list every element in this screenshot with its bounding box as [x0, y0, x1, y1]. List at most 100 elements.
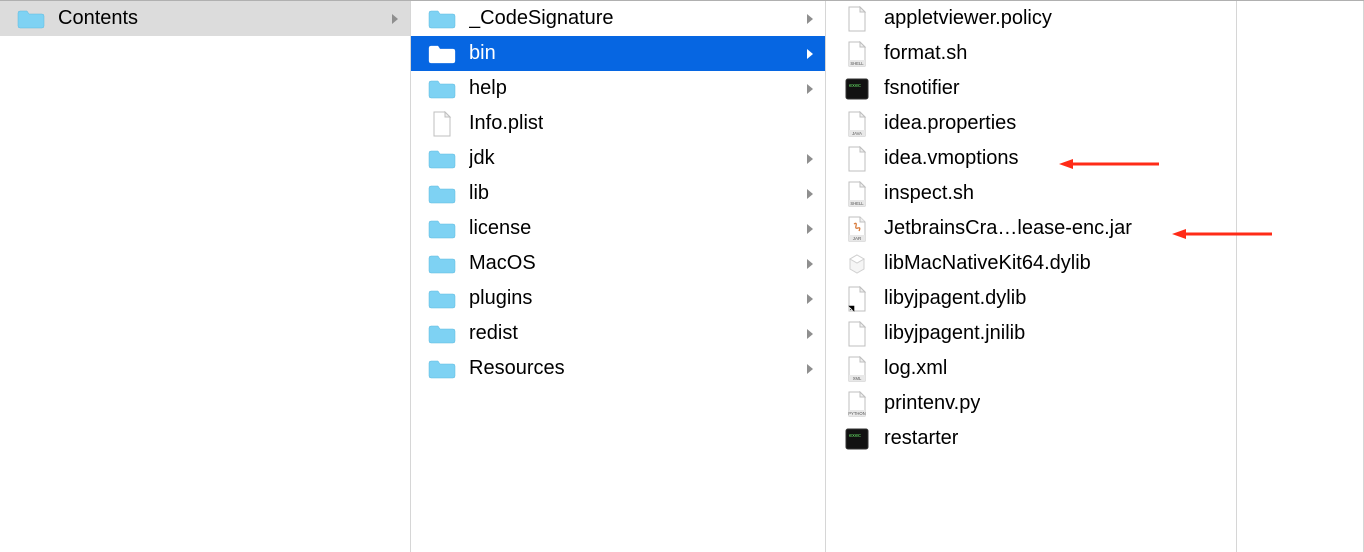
item-label: jdk [469, 147, 495, 170]
folder-item[interactable]: _CodeSignature [411, 1, 825, 36]
folder-item[interactable]: lib [411, 176, 825, 211]
folder-item[interactable]: plugins [411, 281, 825, 316]
folder-item[interactable]: bin [411, 36, 825, 71]
item-label: Contents [58, 7, 138, 30]
folder-item[interactable]: MacOS [411, 246, 825, 281]
file-icon [842, 323, 872, 345]
file-item[interactable]: SHELL format.sh [826, 36, 1236, 71]
file-icon: JAVA [842, 113, 872, 135]
svg-text:SHELL: SHELL [850, 61, 864, 66]
chevron-right-icon [805, 223, 815, 235]
item-label: JetbrainsCra…lease-enc.jar [884, 217, 1132, 240]
item-label: libMacNativeKit64.dylib [884, 252, 1091, 275]
folder-icon [427, 78, 457, 100]
chevron-right-icon [805, 328, 815, 340]
file-item[interactable]: JAR JetbrainsCra…lease-enc.jar [826, 211, 1236, 246]
file-item[interactable]: SHELL inspect.sh [826, 176, 1236, 211]
item-label: lib [469, 182, 489, 205]
folder-item[interactable]: Resources [411, 351, 825, 386]
file-icon: JAR [842, 218, 872, 240]
folder-icon [427, 323, 457, 345]
file-item[interactable]: appletviewer.policy [826, 1, 1236, 36]
folder-icon [16, 8, 46, 30]
svg-text:JAR: JAR [853, 236, 862, 241]
file-item[interactable]: exec restarter [826, 421, 1236, 456]
item-label: plugins [469, 287, 532, 310]
item-label: fsnotifier [884, 77, 960, 100]
column-3: appletviewer.policy SHELL format.sh exec… [826, 1, 1237, 552]
item-label: printenv.py [884, 392, 980, 415]
svg-text:SHELL: SHELL [850, 201, 864, 206]
svg-text:exec: exec [849, 83, 861, 89]
item-label: license [469, 217, 531, 240]
chevron-right-icon [805, 48, 815, 60]
file-icon: XML [842, 358, 872, 380]
item-label: restarter [884, 427, 958, 450]
item-label: help [469, 77, 507, 100]
svg-text:PYTHON: PYTHON [848, 411, 865, 416]
chevron-right-icon [805, 293, 815, 305]
file-item[interactable]: PYTHON printenv.py [826, 386, 1236, 421]
file-icon: exec [842, 428, 872, 450]
file-icon [842, 148, 872, 170]
item-label: libyjpagent.dylib [884, 287, 1026, 310]
item-label: log.xml [884, 357, 947, 380]
svg-text:exec: exec [849, 433, 861, 439]
file-item[interactable]: exec fsnotifier [826, 71, 1236, 106]
folder-icon [427, 148, 457, 170]
file-item[interactable]: XML log.xml [826, 351, 1236, 386]
file-item[interactable]: JAVA idea.properties [826, 106, 1236, 141]
folder-item[interactable]: Contents [0, 1, 410, 36]
file-item[interactable]: libyjpagent.jnilib [826, 316, 1236, 351]
item-label: idea.vmoptions [884, 147, 1019, 170]
folder-icon [427, 253, 457, 275]
item-label: idea.properties [884, 112, 1016, 135]
item-label: redist [469, 322, 518, 345]
file-icon [842, 253, 872, 275]
folder-icon [427, 288, 457, 310]
column-4-preview [1237, 1, 1364, 552]
folder-icon [427, 43, 457, 65]
svg-text:XML: XML [853, 376, 862, 381]
item-label: MacOS [469, 252, 536, 275]
chevron-right-icon [805, 363, 815, 375]
file-item[interactable]: libMacNativeKit64.dylib [826, 246, 1236, 281]
folder-icon [427, 8, 457, 30]
file-icon [842, 8, 872, 30]
chevron-right-icon [390, 13, 400, 25]
item-label: appletviewer.policy [884, 7, 1052, 30]
file-icon: exec [842, 78, 872, 100]
item-label: inspect.sh [884, 182, 974, 205]
folder-item[interactable]: help [411, 71, 825, 106]
finder-column-view: Contents _CodeSignature bin help Info.pl… [0, 0, 1364, 552]
folder-icon [427, 218, 457, 240]
item-label: _CodeSignature [469, 7, 614, 30]
chevron-right-icon [805, 83, 815, 95]
file-item[interactable]: libyjpagent.dylib [826, 281, 1236, 316]
file-item[interactable]: idea.vmoptions [826, 141, 1236, 176]
item-label: Resources [469, 357, 565, 380]
file-icon: SHELL [842, 183, 872, 205]
folder-item[interactable]: jdk [411, 141, 825, 176]
folder-icon [427, 183, 457, 205]
chevron-right-icon [805, 258, 815, 270]
file-item[interactable]: Info.plist [411, 106, 825, 141]
item-label: Info.plist [469, 112, 543, 135]
file-icon [427, 113, 457, 135]
folder-icon [427, 358, 457, 380]
chevron-right-icon [805, 13, 815, 25]
column-2: _CodeSignature bin help Info.plist jdk l… [411, 1, 826, 552]
item-label: libyjpagent.jnilib [884, 322, 1025, 345]
chevron-right-icon [805, 188, 815, 200]
file-icon [842, 288, 872, 310]
folder-item[interactable]: redist [411, 316, 825, 351]
columns-container: Contents _CodeSignature bin help Info.pl… [0, 1, 1364, 552]
chevron-right-icon [805, 153, 815, 165]
item-label: format.sh [884, 42, 967, 65]
item-label: bin [469, 42, 496, 65]
file-icon: PYTHON [842, 393, 872, 415]
folder-item[interactable]: license [411, 211, 825, 246]
file-icon: SHELL [842, 43, 872, 65]
svg-text:JAVA: JAVA [852, 131, 862, 136]
column-1: Contents [0, 1, 411, 552]
